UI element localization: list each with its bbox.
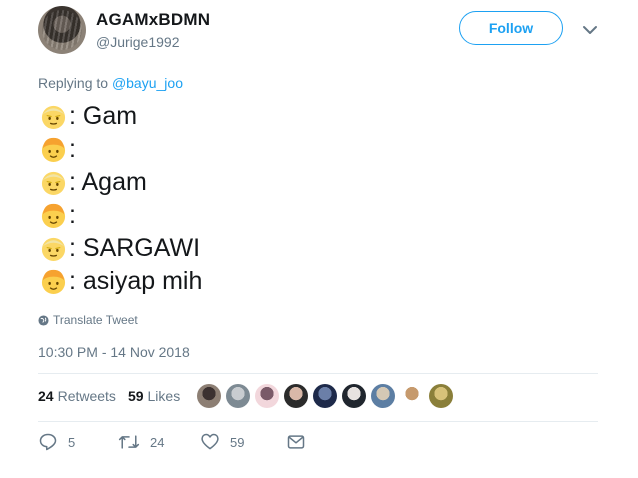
display-name[interactable]: AGAMxBDMN: [96, 10, 210, 30]
liker-avatar[interactable]: [197, 384, 221, 408]
chevron-down-icon[interactable]: [580, 20, 600, 40]
liker-avatar[interactable]: [313, 384, 337, 408]
boy-emoji: [41, 203, 66, 229]
older-man-emoji: [41, 171, 66, 196]
reply-target-link[interactable]: @bayu_joo: [112, 75, 183, 91]
boy-emoji: [41, 137, 66, 163]
translate-label[interactable]: Translate Tweet: [53, 313, 138, 327]
engagement-stats: 24 Retweets 59 Likes: [38, 388, 180, 404]
tweet-line-text: : asiyap mih: [69, 267, 203, 295]
tweet-line-text: : Agam: [69, 168, 147, 196]
retweets-label[interactable]: Retweets: [58, 388, 116, 404]
retweet-action[interactable]: 24: [118, 432, 200, 452]
replying-prefix: Replying to: [38, 75, 112, 91]
follow-button[interactable]: Follow: [459, 11, 563, 45]
heart-icon[interactable]: [200, 432, 220, 452]
tweet-line-text: :: [69, 135, 76, 163]
retweet-count: 24: [150, 434, 165, 450]
user-handle[interactable]: @Jurige1992: [96, 34, 180, 50]
divider: [38, 421, 598, 422]
liker-avatar[interactable]: [429, 384, 453, 408]
reply-icon[interactable]: [38, 432, 58, 452]
boy-emoji: [41, 269, 66, 295]
older-man-emoji: [41, 237, 66, 262]
tweet-line-text: : SARGAWI: [69, 234, 201, 262]
tweet-line: :: [40, 133, 202, 166]
reply-count: 5: [68, 434, 76, 450]
envelope-icon[interactable]: [286, 432, 306, 452]
likers-avatars: [197, 384, 458, 408]
like-action[interactable]: 59: [200, 432, 286, 452]
liker-avatar[interactable]: [371, 384, 395, 408]
older-man-emoji: [41, 105, 66, 130]
divider: [38, 373, 598, 374]
liker-avatar[interactable]: [226, 384, 250, 408]
retweet-icon[interactable]: [118, 432, 140, 452]
tweet-line: : Agam: [40, 166, 202, 199]
reply-action[interactable]: 5: [38, 432, 118, 452]
timestamp[interactable]: 10:30 PM - 14 Nov 2018: [38, 344, 190, 360]
tweet-line: :: [40, 199, 202, 232]
tweet-line: : SARGAWI: [40, 232, 202, 265]
tweet-text: : Gam:: Agam:: SARGAWI: asiyap mih: [40, 100, 202, 298]
likes-count[interactable]: 59: [128, 388, 144, 404]
tweet-line-text: :: [69, 201, 76, 229]
tweet-line: : asiyap mih: [40, 265, 202, 298]
liker-avatar[interactable]: [255, 384, 279, 408]
tweet-line: : Gam: [40, 100, 202, 133]
translate-tweet-link[interactable]: Translate Tweet: [38, 313, 138, 327]
retweets-count[interactable]: 24: [38, 388, 54, 404]
globe-icon: [38, 314, 49, 326]
message-action[interactable]: [286, 432, 306, 452]
liker-avatar[interactable]: [284, 384, 308, 408]
liker-avatar[interactable]: [342, 384, 366, 408]
like-count: 59: [230, 434, 245, 450]
replying-to: Replying to @bayu_joo: [38, 75, 183, 91]
likes-label[interactable]: Likes: [148, 388, 181, 404]
liker-avatar[interactable]: [400, 384, 424, 408]
tweet-line-text: : Gam: [69, 102, 138, 130]
user-avatar[interactable]: [38, 6, 86, 54]
tweet-actions: 5 24 59: [38, 432, 306, 452]
